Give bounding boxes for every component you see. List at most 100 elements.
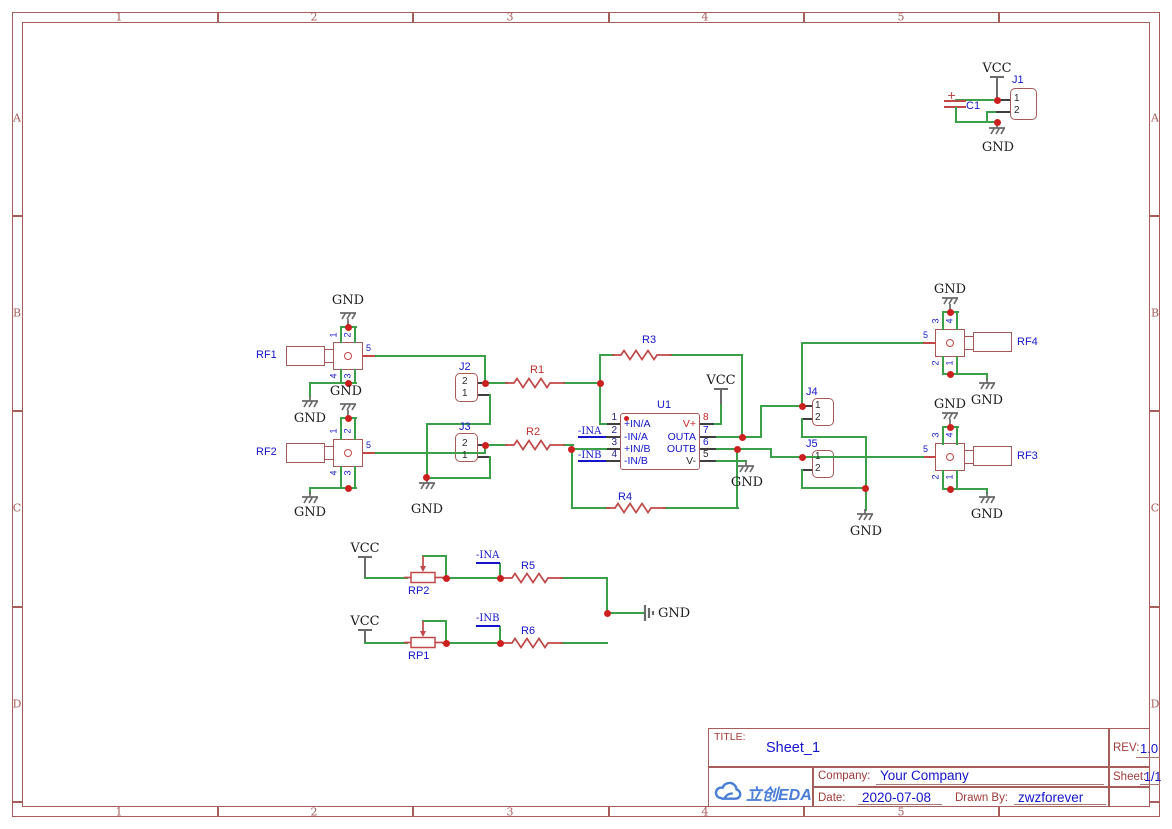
gnd-symbol[interactable] xyxy=(977,492,997,508)
wire[interactable] xyxy=(442,577,504,579)
r1-resistor[interactable] xyxy=(505,377,565,389)
wire[interactable] xyxy=(760,405,762,438)
rf4-designator[interactable]: RF4 xyxy=(1017,336,1038,348)
wire[interactable] xyxy=(364,642,408,644)
gnd-net-label[interactable]: GND xyxy=(294,411,326,426)
wire[interactable] xyxy=(489,394,491,425)
gnd-net-label[interactable]: GND xyxy=(330,384,362,399)
wire[interactable] xyxy=(606,612,644,614)
vcc-net-label[interactable]: VCC xyxy=(982,61,1011,76)
r4-designator[interactable]: R4 xyxy=(618,491,632,503)
gnd-net-label[interactable]: GND xyxy=(982,140,1014,155)
gnd-flag-symbol[interactable] xyxy=(643,603,659,623)
gnd-net-label[interactable]: GND xyxy=(332,293,364,308)
wire[interactable] xyxy=(669,354,743,356)
wire[interactable] xyxy=(801,469,803,489)
wire[interactable] xyxy=(801,342,923,344)
vcc-net-label[interactable]: VCC xyxy=(706,373,735,388)
c1-designator[interactable]: C1 xyxy=(966,100,980,112)
rf3-designator[interactable]: RF3 xyxy=(1017,450,1038,462)
wire[interactable] xyxy=(956,311,958,330)
date-value[interactable]: 2020-07-08 xyxy=(862,790,931,805)
wire[interactable] xyxy=(375,355,485,357)
company-value[interactable]: Your Company xyxy=(880,768,969,783)
rp1-potentiometer[interactable] xyxy=(404,621,448,649)
wire[interactable] xyxy=(426,423,428,479)
wire[interactable] xyxy=(340,466,342,489)
r3-designator[interactable]: R3 xyxy=(642,334,656,346)
rev-value[interactable]: 1.0 xyxy=(1140,741,1158,756)
wire[interactable] xyxy=(571,448,573,509)
wire[interactable] xyxy=(949,373,988,375)
wire[interactable] xyxy=(956,426,958,445)
wire[interactable] xyxy=(354,326,356,343)
wire[interactable] xyxy=(987,111,996,113)
j3-designator[interactable]: J3 xyxy=(459,421,471,433)
gnd-net-label[interactable]: GND xyxy=(971,393,1003,408)
wire[interactable] xyxy=(956,470,958,490)
wire[interactable] xyxy=(563,382,601,384)
gnd-net-label[interactable]: GND xyxy=(658,606,690,621)
wire[interactable] xyxy=(716,448,772,450)
wire[interactable] xyxy=(663,507,739,509)
vcc-net-label[interactable]: VCC xyxy=(350,541,379,556)
wire[interactable] xyxy=(986,111,988,123)
wire[interactable] xyxy=(354,466,356,489)
r2-designator[interactable]: R2 xyxy=(526,426,540,438)
wire[interactable] xyxy=(364,577,408,579)
u1-designator[interactable]: U1 xyxy=(657,399,671,411)
sheet-title[interactable]: Sheet_1 xyxy=(766,740,820,756)
drawn-by-value[interactable]: zwzforever xyxy=(1018,790,1083,805)
wire[interactable] xyxy=(801,418,803,438)
r5-resistor[interactable] xyxy=(503,572,563,584)
wire[interactable] xyxy=(865,436,867,511)
gnd-net-label[interactable]: GND xyxy=(934,282,966,297)
gnd-net-label[interactable]: GND xyxy=(850,524,882,539)
r6-designator[interactable]: R6 xyxy=(521,625,535,637)
rf1-designator[interactable]: RF1 xyxy=(256,349,277,361)
net-label-ina[interactable]: -INA xyxy=(476,550,499,561)
r4-resistor[interactable] xyxy=(606,502,666,514)
wire[interactable] xyxy=(571,507,610,509)
rf1-body[interactable] xyxy=(286,346,325,366)
j5-designator[interactable]: J5 xyxy=(806,438,818,450)
wire[interactable] xyxy=(309,382,311,397)
rf4-body[interactable] xyxy=(973,332,1012,352)
gnd-symbol[interactable] xyxy=(855,509,875,525)
rf2-designator[interactable]: RF2 xyxy=(256,446,277,458)
rf2-body[interactable] xyxy=(286,443,325,463)
r1-designator[interactable]: R1 xyxy=(530,364,544,376)
sheet-value[interactable]: 1/1 xyxy=(1144,770,1161,784)
wire[interactable] xyxy=(741,354,743,438)
j1-designator[interactable]: J1 xyxy=(1012,74,1024,86)
wire[interactable] xyxy=(942,470,944,490)
rf3-body[interactable] xyxy=(973,446,1012,466)
schematic-canvas[interactable]: 1 2 3 4 5 1 2 3 4 5 A B C D A B C D VCC … xyxy=(0,0,1172,829)
vcc-net-label[interactable]: VCC xyxy=(350,614,379,629)
wire[interactable] xyxy=(354,417,356,440)
r3-resistor[interactable] xyxy=(612,349,672,361)
wire[interactable] xyxy=(489,456,491,479)
wire[interactable] xyxy=(560,577,608,579)
gnd-symbol[interactable] xyxy=(300,396,320,412)
wire[interactable] xyxy=(309,487,348,489)
r6-resistor[interactable] xyxy=(503,637,563,649)
net-label-inb[interactable]: -INB xyxy=(476,613,499,624)
wire[interactable] xyxy=(375,452,485,454)
r5-designator[interactable]: R5 xyxy=(521,560,535,572)
wire[interactable] xyxy=(354,369,356,383)
wire[interactable] xyxy=(442,642,504,644)
gnd-net-label[interactable]: GND xyxy=(294,505,326,520)
gnd-symbol[interactable] xyxy=(977,378,997,394)
gnd-net-label[interactable]: GND xyxy=(731,475,763,490)
wire[interactable] xyxy=(720,404,722,425)
wire[interactable] xyxy=(760,405,803,407)
gnd-net-label[interactable]: GND xyxy=(971,507,1003,522)
j2-designator[interactable]: J2 xyxy=(459,361,471,373)
rp2-designator[interactable]: RP2 xyxy=(408,585,429,597)
gnd-net-label[interactable]: GND xyxy=(411,502,443,517)
wire[interactable] xyxy=(949,488,988,490)
wire[interactable] xyxy=(714,423,722,425)
rp2-potentiometer[interactable] xyxy=(404,556,448,584)
wire[interactable] xyxy=(801,487,867,489)
